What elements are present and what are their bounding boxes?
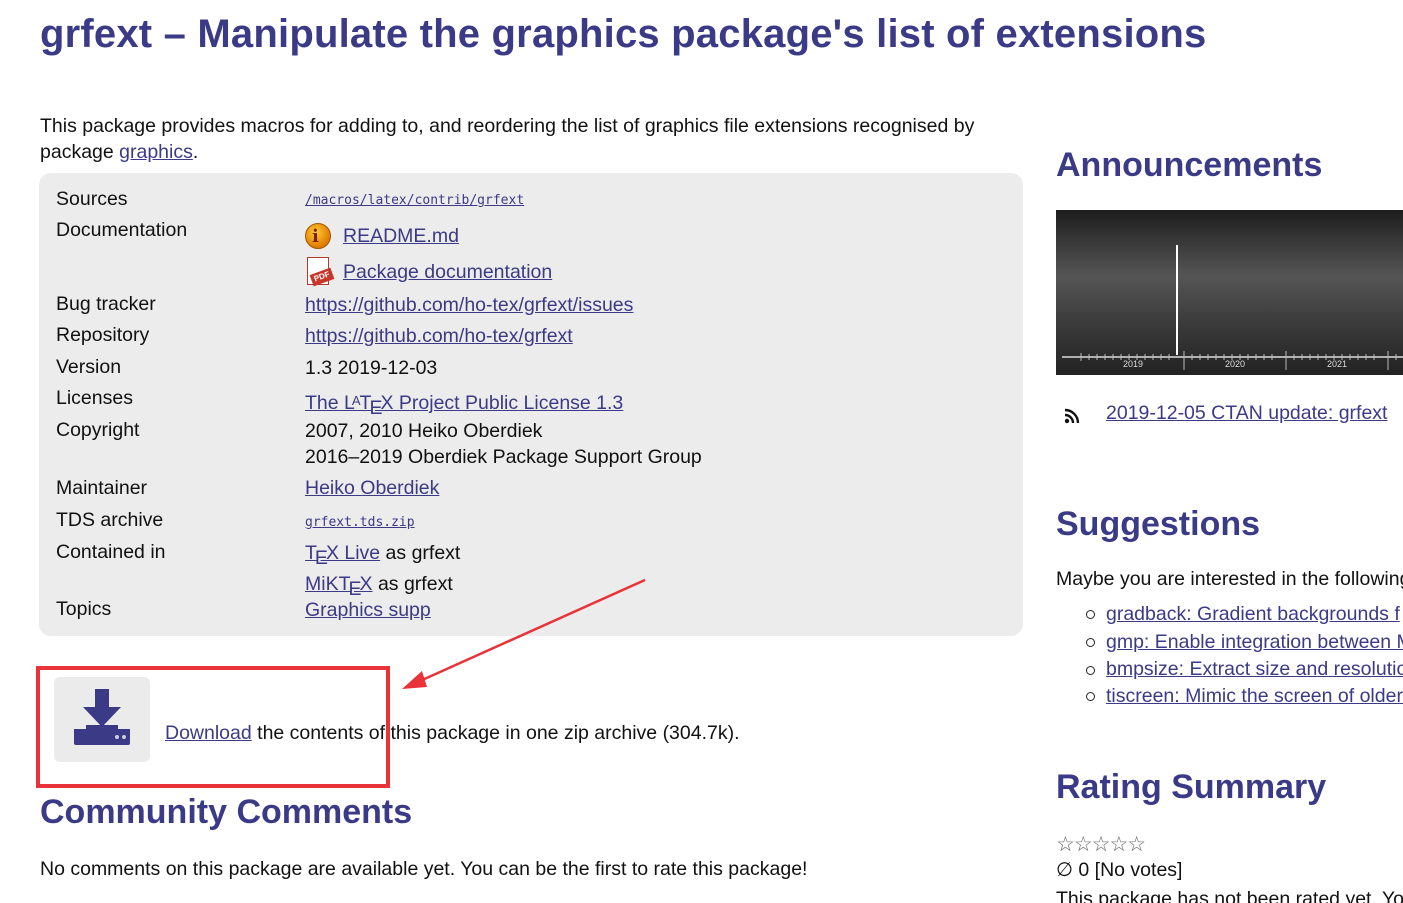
license-text-l: The L <box>305 392 355 414</box>
timeline-year-2021: 2021 <box>1327 359 1347 369</box>
readme-entry[interactable]: i README.md <box>305 221 552 249</box>
suggestion-item: tiscreen: Mimic the screen of older <box>1056 682 1403 710</box>
copyright-line-1: 2007, 2010 Heiko Oberdiek <box>305 420 543 442</box>
package-doc-entry[interactable]: PDF Package documentation <box>305 257 552 287</box>
contained-label: Contained in <box>56 541 166 563</box>
feed-link[interactable]: 2019-12-05 CTAN update: grfext <box>1106 402 1387 425</box>
maintainer-link[interactable]: Heiko Oberdiek <box>305 475 439 501</box>
readme-icon: i <box>305 221 335 249</box>
rss-icon <box>1064 408 1080 424</box>
community-comments-heading: Community Comments <box>40 793 413 831</box>
pdf-icon: PDF <box>305 257 335 287</box>
tds-link[interactable]: grfext.tds.zip <box>305 515 415 531</box>
page-title: grfext – Manipulate the graphics package… <box>40 12 1207 56</box>
graphics-link[interactable]: graphics <box>119 141 193 163</box>
texlive-entry: TEX Live as grfext <box>305 540 460 571</box>
announcements-heading: Announcements <box>1056 146 1323 184</box>
texlive-as: as grfext <box>380 542 461 564</box>
sources-label: Sources <box>56 188 128 210</box>
miktex-as: as grfext <box>372 573 453 595</box>
sources-link[interactable]: /macros/latex/contrib/grfext <box>305 193 524 209</box>
topics-label: Topics <box>56 598 112 620</box>
timeline-year-2019: 2019 <box>1123 359 1143 369</box>
timeline-graphic: 2019 2020 2021 <box>1062 245 1403 370</box>
miktex-text-mik: MiKT <box>305 573 351 595</box>
announcement-timeline[interactable]: 2019 2020 2021 <box>1056 210 1403 375</box>
documentation-label: Documentation <box>56 219 188 241</box>
suggestion-link-tiscreen[interactable]: tiscreen: Mimic the screen of older <box>1106 685 1403 707</box>
suggestions-intro: Maybe you are interested in the followin… <box>1056 568 1403 590</box>
suggestion-link-gmp[interactable]: gmp: Enable integration between M <box>1106 631 1403 653</box>
documentation-values: i README.md PDF Package documentation <box>305 221 552 287</box>
description-end: . <box>192 141 199 163</box>
copyright-label: Copyright <box>56 419 140 441</box>
version-label: Version <box>56 356 122 378</box>
highlight-box <box>36 666 390 788</box>
texlive-link[interactable]: TEX Live <box>305 542 381 569</box>
package-info-table: Sources /macros/latex/contrib/grfext Doc… <box>39 173 1023 636</box>
contained-values: TEX Live as grfext MiKTEX as grfext <box>305 540 460 602</box>
miktex-link[interactable]: MiKTEX <box>305 573 373 600</box>
repository-label: Repository <box>56 324 150 346</box>
copyright-values: 2007, 2010 Heiko Oberdiek 2016–2019 Ober… <box>305 418 702 470</box>
package-doc-link[interactable]: Package documentation <box>343 261 552 283</box>
repository-link[interactable]: https://github.com/ho-tex/grfext <box>305 323 573 349</box>
version-value: 1.3 2019-12-03 <box>305 357 438 379</box>
maintainer-label: Maintainer <box>56 477 148 499</box>
texlive-text-x: X Live <box>325 542 381 564</box>
suggestions-list: gradback: Gradient backgrounds f gmp: En… <box>1056 600 1403 710</box>
sidebar: Announcements 2019 2020 2021 2019-12-05 … <box>1056 0 1403 903</box>
suggestions-heading: Suggestions <box>1056 505 1261 543</box>
package-description: This package provides macros for adding … <box>40 113 1020 165</box>
copyright-line-2: 2016–2019 Oberdiek Package Support Group <box>305 446 702 468</box>
timeline-year-2020: 2020 <box>1225 359 1245 369</box>
readme-link[interactable]: README.md <box>343 225 459 247</box>
suggestion-item: bmpsize: Extract size and resolutio <box>1056 656 1403 682</box>
comments-text: No comments on this package are availabl… <box>40 858 808 880</box>
suggestion-item: gradback: Gradient backgrounds f <box>1056 600 1403 628</box>
rating-summary-heading: Rating Summary <box>1056 768 1327 806</box>
suggestion-item: gmp: Enable integration between M <box>1056 628 1403 656</box>
vote-count: ∅ 0 [No votes] <box>1056 859 1183 881</box>
license-text-rest: X Project Public License 1.3 <box>380 392 624 414</box>
bugtracker-label: Bug tracker <box>56 293 156 315</box>
miktex-text-x: X <box>359 573 373 595</box>
not-rated-text: This package has not been rated yet. Yo <box>1056 888 1403 903</box>
tds-label: TDS archive <box>56 509 164 531</box>
suggestion-link-gradback[interactable]: gradback: Gradient backgrounds f <box>1106 603 1400 625</box>
licenses-label: Licenses <box>56 387 133 409</box>
bugtracker-link[interactable]: https://github.com/ho-tex/grfext/issues <box>305 292 633 318</box>
suggestion-link-bmpsize[interactable]: bmpsize: Extract size and resolutio <box>1106 658 1403 680</box>
rating-stars: ☆☆☆☆☆ <box>1056 833 1146 856</box>
license-link[interactable]: The LATEX Project Public License 1.3 <box>305 388 623 421</box>
topics-link[interactable]: Graphics supp <box>305 597 431 623</box>
